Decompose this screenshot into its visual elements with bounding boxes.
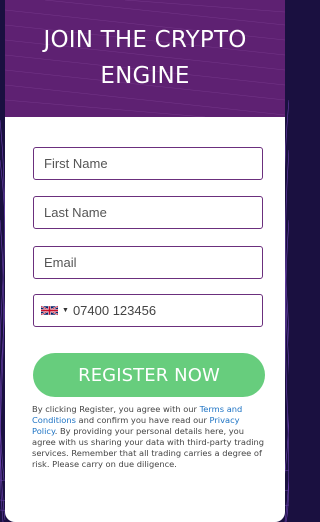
last-name-input[interactable] bbox=[33, 196, 263, 229]
registration-card: JOIN THE CRYPTO ENGINE ▼ REGISTER NOW By … bbox=[5, 0, 285, 522]
email-input[interactable] bbox=[33, 246, 263, 279]
first-name-input[interactable] bbox=[33, 147, 263, 180]
form-title-line1: JOIN THE CRYPTO bbox=[43, 27, 247, 53]
phone-field: ▼ bbox=[33, 294, 263, 327]
disclaimer-text-2: and confirm you have read our bbox=[75, 415, 210, 425]
form-title: JOIN THE CRYPTO ENGINE bbox=[5, 0, 285, 94]
chevron-down-icon: ▼ bbox=[62, 307, 69, 314]
form-header: JOIN THE CRYPTO ENGINE bbox=[5, 0, 285, 117]
disclaimer-text-1: By clicking Register, you agree with our bbox=[32, 404, 200, 414]
phone-input[interactable] bbox=[72, 296, 262, 325]
disclaimer-text-3: . By providing your personal details her… bbox=[32, 426, 265, 469]
country-code-selector[interactable]: ▼ bbox=[41, 305, 73, 316]
legal-disclaimer: By clicking Register, you agree with our… bbox=[32, 404, 265, 470]
uk-flag-icon bbox=[41, 305, 58, 316]
form-title-line2: ENGINE bbox=[100, 63, 190, 89]
register-button[interactable]: REGISTER NOW bbox=[33, 353, 265, 397]
